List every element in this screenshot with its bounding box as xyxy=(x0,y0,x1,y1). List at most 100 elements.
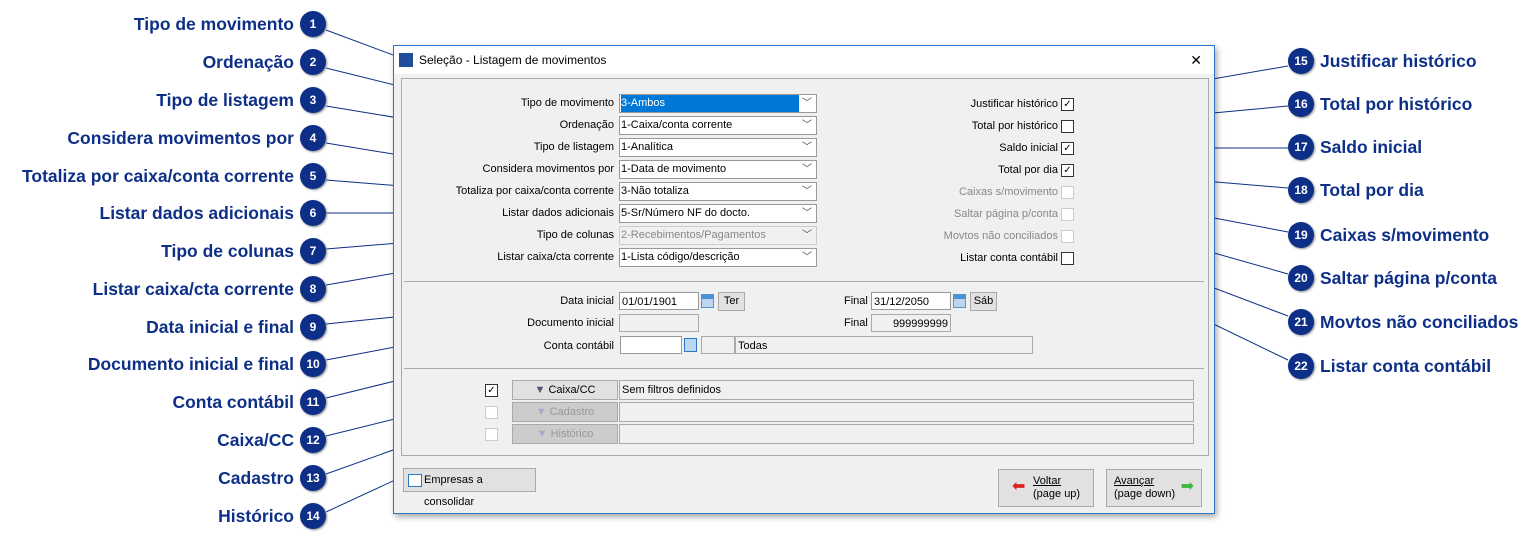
option-checkbox[interactable] xyxy=(1061,230,1074,243)
chevron-down-icon: ﹀ xyxy=(802,98,812,109)
chevron-down-icon: ﹀ xyxy=(802,142,812,153)
callout-label: Justificar histórico xyxy=(1320,50,1477,71)
avancar-sub: (page down) xyxy=(1114,488,1176,500)
combo-label: Tipo de movimento xyxy=(520,97,614,109)
filter-button[interactable]: ▼ Cadastro xyxy=(512,402,618,422)
callout-number: 2 xyxy=(300,49,326,75)
filter-button-label: Cadastro xyxy=(549,406,595,418)
combo-value: 2-Recebimentos/Pagamentos xyxy=(621,229,766,241)
chevron-down-icon: ﹀ xyxy=(802,120,812,131)
callout-label: Cadastro xyxy=(218,467,294,488)
option-label: Total por histórico xyxy=(971,120,1058,132)
option-checkbox[interactable] xyxy=(1061,252,1074,265)
combo-value: 1-Analítica xyxy=(621,141,673,153)
combo-select[interactable]: 1-Analítica ﹀ xyxy=(619,138,817,157)
combo-label: Tipo de colunas xyxy=(536,229,614,241)
callout-label: Tipo de listagem xyxy=(156,89,294,110)
avancar-button[interactable]: ➡ Avançar (page down) xyxy=(1106,469,1202,507)
callout-number: 5 xyxy=(300,163,326,189)
combo-value: 1-Data de movimento xyxy=(621,163,727,175)
option-checkbox[interactable] xyxy=(1061,208,1074,221)
close-icon[interactable]: ✕ xyxy=(1190,52,1202,69)
callout-5: Totaliza por caixa/conta corrente 5 xyxy=(22,163,326,189)
option-checkbox[interactable]: ✓ xyxy=(1061,142,1074,155)
callout-label: Caixa/CC xyxy=(217,429,294,450)
option-label: Caixas s/movimento xyxy=(958,186,1058,198)
combo-select[interactable]: 3-Não totaliza ﹀ xyxy=(619,182,817,201)
conta-input[interactable] xyxy=(620,336,682,354)
callout-number: 9 xyxy=(300,314,326,340)
callout-1: Tipo de movimento 1 xyxy=(134,11,326,37)
filter-button[interactable]: ▼ Caixa/CC xyxy=(512,380,618,400)
option-checkbox[interactable] xyxy=(1061,186,1074,199)
combo-select[interactable]: 2-Recebimentos/Pagamentos ﹀ xyxy=(619,226,817,245)
dialog-title: Seleção - Listagem de movimentos xyxy=(419,53,607,67)
calendar-icon[interactable] xyxy=(701,294,714,308)
callout-label: Conta contábil xyxy=(172,391,294,412)
combo-select[interactable]: 1-Data de movimento ﹀ xyxy=(619,160,817,179)
conta-desc: Todas xyxy=(735,336,1033,354)
callout-number: 6 xyxy=(300,200,326,226)
conta-code xyxy=(701,336,735,354)
callout-17: 17 Saldo inicial xyxy=(1288,134,1422,160)
combo-value: 1-Lista código/descrição xyxy=(621,251,740,263)
filter-value xyxy=(619,424,1194,444)
option-label: Movtos não conciliados xyxy=(943,230,1058,242)
filter-value xyxy=(619,402,1194,422)
callout-label: Tipo de colunas xyxy=(161,240,294,261)
filter-checkbox[interactable]: ✓ xyxy=(485,384,498,397)
callout-number: 21 xyxy=(1288,309,1314,335)
day-end-button[interactable]: Sáb xyxy=(970,292,997,311)
callout-number: 20 xyxy=(1288,265,1314,291)
option-label: Saldo inicial xyxy=(999,142,1058,154)
combo-label: Totaliza por caixa/conta corrente xyxy=(455,185,614,197)
date-start-input[interactable]: 01/01/1901 xyxy=(619,292,699,310)
title-bar: Seleção - Listagem de movimentos ✕ xyxy=(394,46,1214,74)
combo-label: Listar caixa/cta corrente xyxy=(497,251,614,263)
doc-start-input[interactable] xyxy=(619,314,699,332)
doc-end-input[interactable]: 999999999 xyxy=(871,314,951,332)
option-checkbox[interactable]: ✓ xyxy=(1061,164,1074,177)
combo-select[interactable]: 1-Lista código/descrição ﹀ xyxy=(619,248,817,267)
callout-label: Total por histórico xyxy=(1320,93,1473,114)
callout-number: 1 xyxy=(300,11,326,37)
callout-label: Totaliza por caixa/conta corrente xyxy=(22,165,294,186)
day-start-button[interactable]: Ter xyxy=(718,292,745,311)
combo-select[interactable]: 3-Ambos ﹀ xyxy=(619,94,817,113)
callout-16: 16 Total por histórico xyxy=(1288,91,1472,117)
callout-number: 12 xyxy=(300,427,326,453)
callout-label: Listar conta contábil xyxy=(1320,355,1492,376)
callout-15: 15 Justificar histórico xyxy=(1288,48,1477,74)
callout-number: 14 xyxy=(300,503,326,529)
voltar-sub: (page up) xyxy=(1033,488,1081,500)
voltar-button[interactable]: ⬅ Voltar (page up) xyxy=(998,469,1094,507)
filter-button-label: Histórico xyxy=(550,428,594,440)
combo-label: Ordenação xyxy=(559,119,614,131)
empresas-label: Empresas a consolidar xyxy=(424,474,483,508)
combo-value: 3-Ambos xyxy=(621,95,799,112)
divider xyxy=(404,281,1204,282)
filter-checkbox[interactable] xyxy=(485,428,498,441)
combo-select[interactable]: 5-Sr/Número NF do docto. ﹀ xyxy=(619,204,817,223)
option-checkbox[interactable]: ✓ xyxy=(1061,98,1074,111)
callout-4: Considera movimentos por 4 xyxy=(67,125,326,151)
combo-label: Considera movimentos por xyxy=(482,163,614,175)
final-label: Final xyxy=(844,295,868,307)
filter-checkbox[interactable] xyxy=(485,406,498,419)
callout-number: 10 xyxy=(300,351,326,377)
doc-start-label: Documento inicial xyxy=(527,317,614,329)
callout-label: Documento inicial e final xyxy=(87,353,294,374)
arrow-left-icon: ⬅ xyxy=(1012,478,1026,495)
callout-label: Histórico xyxy=(218,505,294,526)
filter-button[interactable]: ▼ Histórico xyxy=(512,424,618,444)
search-icon[interactable] xyxy=(684,338,697,352)
option-checkbox[interactable] xyxy=(1061,120,1074,133)
empresas-button[interactable]: Empresas a consolidar xyxy=(403,468,536,508)
date-start-label: Data inicial xyxy=(560,295,614,307)
callout-number: 15 xyxy=(1288,48,1314,74)
callout-number: 17 xyxy=(1288,134,1314,160)
callout-10: Documento inicial e final 10 xyxy=(88,351,326,377)
date-end-input[interactable]: 31/12/2050 xyxy=(871,292,951,310)
combo-select[interactable]: 1-Caixa/conta corrente ﹀ xyxy=(619,116,817,135)
calendar-icon[interactable] xyxy=(953,294,966,308)
